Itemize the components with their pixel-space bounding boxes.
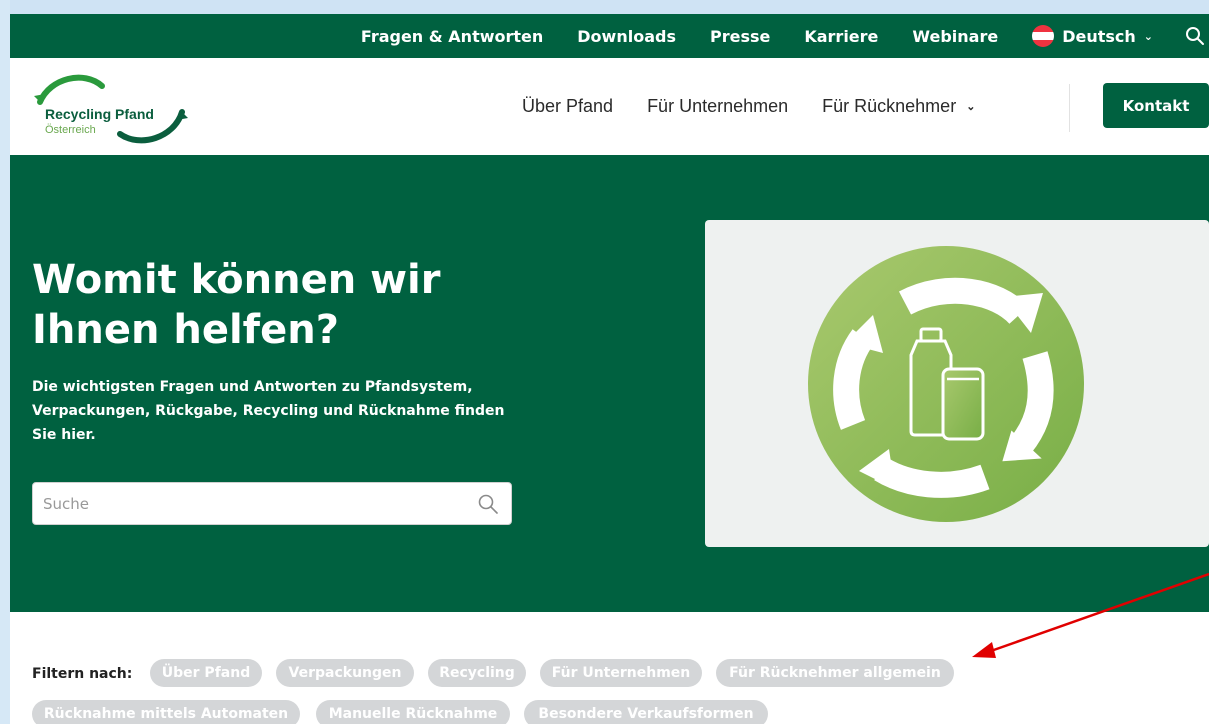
window-edge xyxy=(0,0,10,724)
nav-item-label: Für Rücknehmer xyxy=(822,96,957,116)
web-page: Fragen & Antworten Downloads Presse Karr… xyxy=(10,14,1209,724)
top-utility-bar: Fragen & Antworten Downloads Presse Karr… xyxy=(10,14,1209,58)
filter-chip-fuer-ruecknehmer-allgemein[interactable]: Für Rücknehmer allgemein xyxy=(716,659,954,687)
chevron-down-icon: ⌄ xyxy=(1143,29,1153,43)
contact-button[interactable]: Kontakt xyxy=(1103,83,1209,128)
chevron-down-icon: ⌄ xyxy=(966,101,976,113)
filter-chip-verpackungen[interactable]: Verpackungen xyxy=(276,659,414,687)
nav-link-webinare[interactable]: Webinare xyxy=(912,27,998,46)
search-icon[interactable] xyxy=(477,493,499,515)
faq-search-box xyxy=(32,482,512,525)
austria-flag-icon xyxy=(1032,25,1055,47)
main-header: Recycling Pfand Österreich Über Pfand Fü… xyxy=(10,58,1209,155)
nav-item-fuer-unternehmen[interactable]: Für Unternehmen xyxy=(647,96,788,117)
nav-item-ueber-pfand[interactable]: Über Pfand xyxy=(522,96,613,117)
logo-title: Recycling Pfand xyxy=(45,106,154,122)
filter-chip-recycling[interactable]: Recycling xyxy=(428,659,526,687)
nav-link-karriere[interactable]: Karriere xyxy=(804,27,878,46)
filter-chip-besondere-verkaufsformen[interactable]: Besondere Verkaufsformen xyxy=(524,700,768,724)
filter-section: Filtern nach: Über Pfand Verpackungen Re… xyxy=(10,612,1209,724)
desktop-background xyxy=(0,0,1209,14)
nav-link-downloads[interactable]: Downloads xyxy=(577,27,676,46)
search-input[interactable] xyxy=(33,483,463,524)
recycling-pfand-logo[interactable]: Recycling Pfand Österreich xyxy=(32,68,192,144)
nav-link-faq[interactable]: Fragen & Antworten xyxy=(361,27,543,46)
filter-chip-fuer-unternehmen[interactable]: Für Unternehmen xyxy=(540,659,702,687)
hero-description: Die wichtigsten Fragen und Antworten zu … xyxy=(32,379,505,443)
header-divider xyxy=(1069,84,1070,132)
filter-chip-manuelle-ruecknahme[interactable]: Manuelle Rücknahme xyxy=(316,700,510,724)
language-label: Deutsch xyxy=(1062,26,1136,46)
filter-chip-ueber-pfand[interactable]: Über Pfand xyxy=(150,659,262,687)
logo-subtitle: Österreich xyxy=(45,124,96,136)
nav-link-presse[interactable]: Presse xyxy=(710,27,770,46)
filter-chip-ruecknahme-automaten[interactable]: Rücknahme mittels Automaten xyxy=(32,700,300,724)
language-selector[interactable]: Deutsch ⌄ xyxy=(1032,25,1153,47)
nav-item-fuer-ruecknehmer[interactable]: Für Rücknehmer ⌄ xyxy=(822,96,975,117)
hero-illustration-card xyxy=(705,220,1209,547)
recycling-bottle-icon xyxy=(808,246,1084,522)
page-title: Womit können wir Ihnen helfen? xyxy=(32,257,441,353)
utility-nav: Fragen & Antworten Downloads Presse Karr… xyxy=(361,14,1209,58)
filter-label: Filtern nach: xyxy=(32,666,133,682)
hero-section: Womit können wir Ihnen helfen? Die wicht… xyxy=(10,155,1209,612)
main-nav: Über Pfand Für Unternehmen Für Rücknehme… xyxy=(522,58,1009,155)
search-icon[interactable] xyxy=(1185,26,1205,46)
